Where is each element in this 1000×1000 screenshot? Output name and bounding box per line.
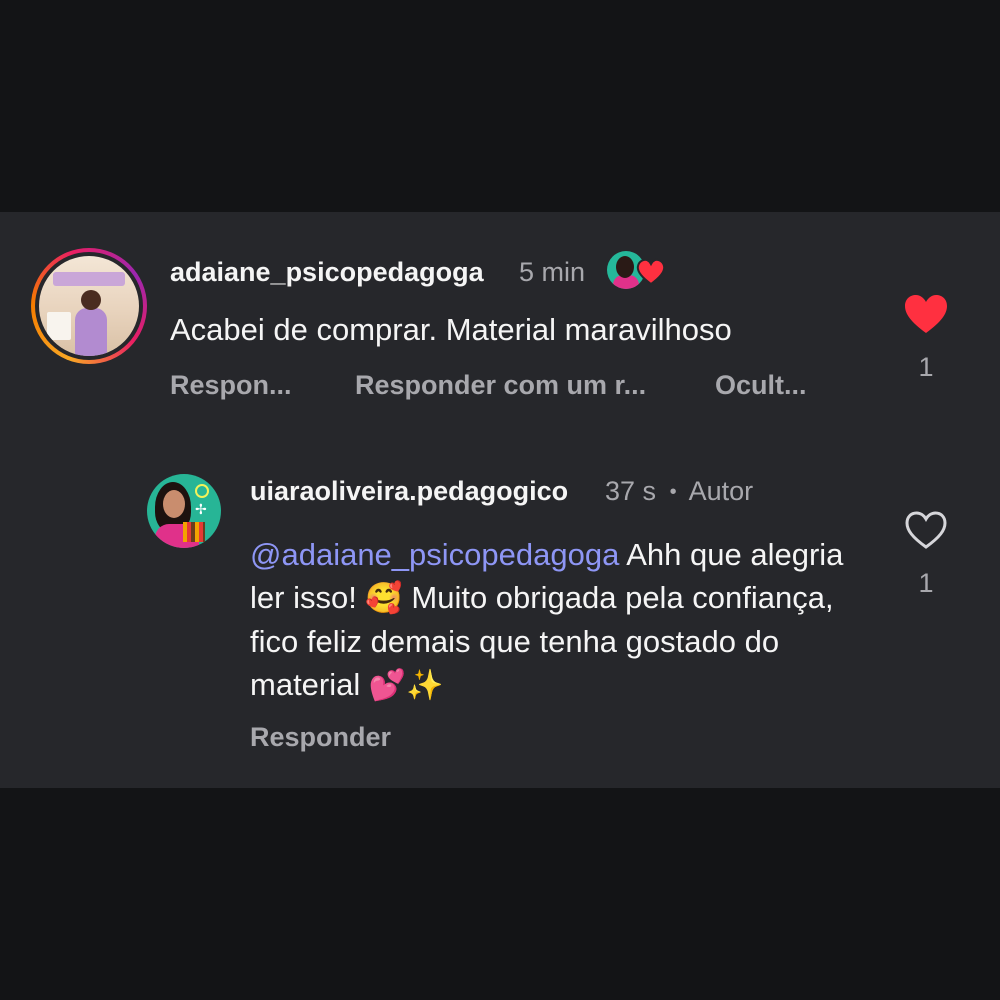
author-liked-heart-icon xyxy=(636,258,666,286)
reply-like-count: 1 xyxy=(918,568,934,598)
author-badge: Autor xyxy=(688,476,754,506)
hide-button[interactable]: Ocult... xyxy=(715,370,807,401)
smiling-hearts-emoji: 🥰 xyxy=(365,581,403,616)
comment-text: Acabei de comprar. Material maravilhoso xyxy=(170,312,732,347)
reply-text: @adaiane_psicopedagoga Ahh que alegria l… xyxy=(250,533,850,707)
reply-to-reply-button[interactable]: Responder xyxy=(250,722,391,753)
avatar-adaiane[interactable] xyxy=(31,248,147,364)
mention-link[interactable]: @adaiane_psicopedagoga xyxy=(250,537,619,572)
comment-username[interactable]: adaiane_psicopedagoga xyxy=(170,257,484,288)
avatar-uiara[interactable]: ✢ xyxy=(147,474,221,548)
like-count: 1 xyxy=(918,352,934,382)
reply-username[interactable]: uiaraoliveira.pedagogico xyxy=(250,476,568,507)
meta-separator: • xyxy=(669,481,677,504)
comment-timestamp: 5 min xyxy=(519,257,586,287)
reply-timestamp: 37 s • Autor xyxy=(605,476,753,507)
reply-button[interactable]: Respon... xyxy=(170,370,292,401)
avatar-photo xyxy=(39,256,139,356)
comments-screen: adaiane_psicopedagoga 5 min Acabei de co… xyxy=(0,0,1000,1000)
reply-time: 37 s xyxy=(605,476,657,506)
hearts-sparkles-emoji: 💕✨ xyxy=(368,668,444,703)
heart-filled-icon[interactable] xyxy=(903,293,949,335)
heart-outline-icon[interactable] xyxy=(904,510,948,550)
reply-with-button[interactable]: Responder com um r... xyxy=(355,370,646,401)
